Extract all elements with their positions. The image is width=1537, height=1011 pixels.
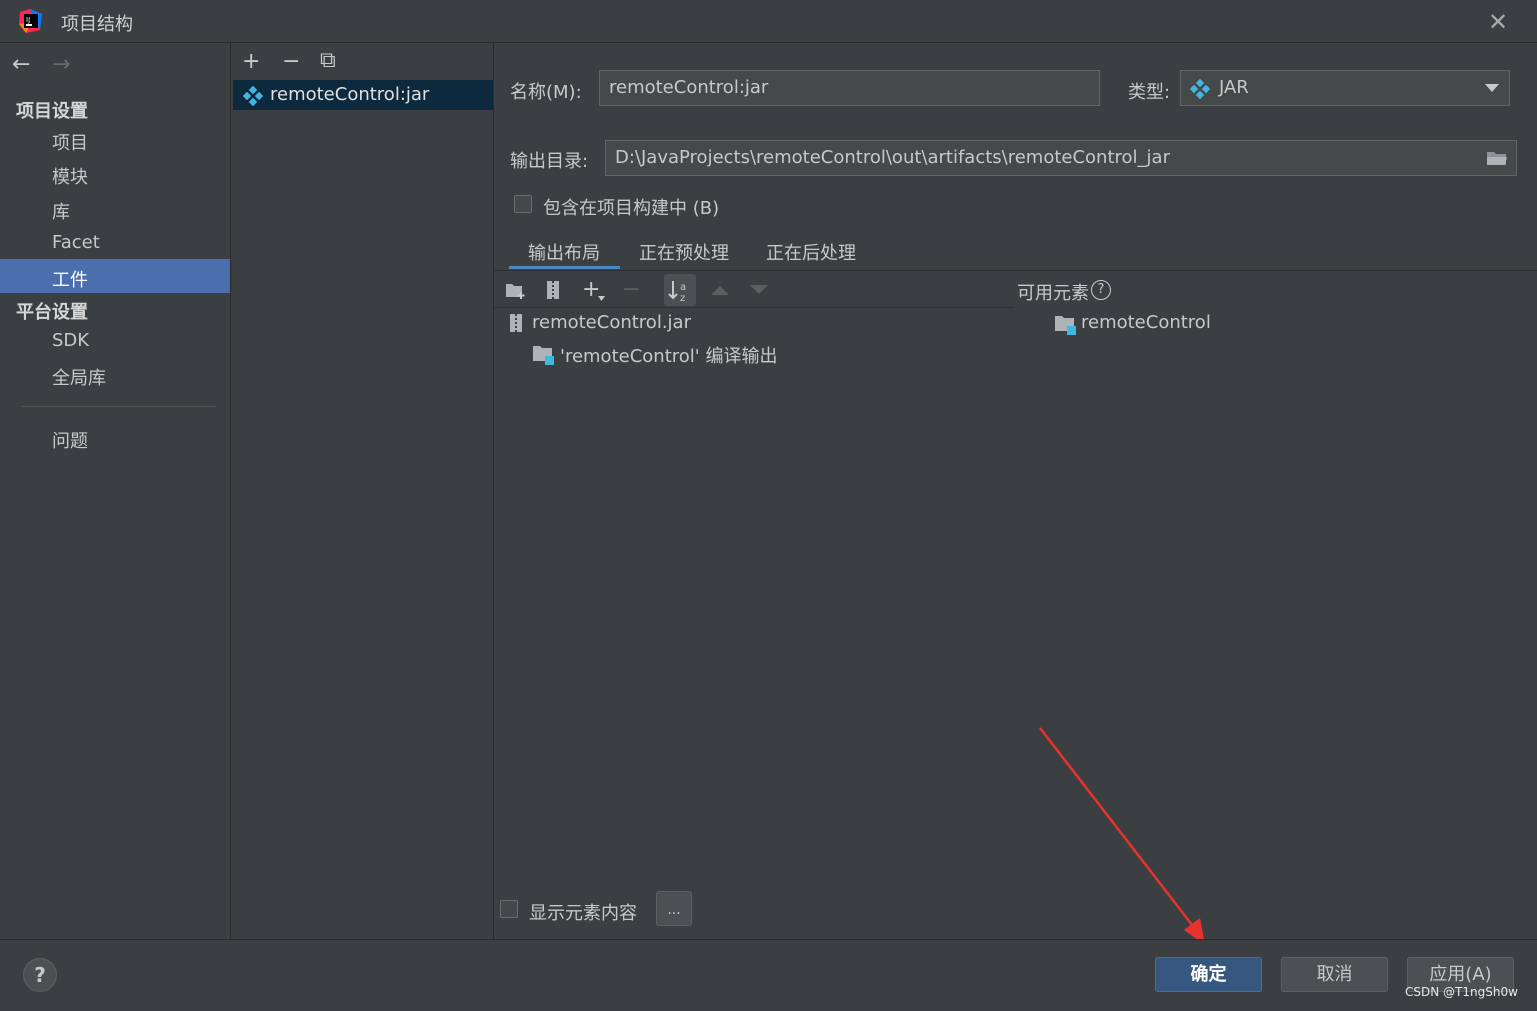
remove-icon[interactable]: − xyxy=(282,49,300,74)
artifact-diamond-icon xyxy=(243,86,263,106)
question-circle-icon[interactable]: ? xyxy=(1091,280,1111,300)
section-project-settings: 项目设置 xyxy=(16,101,88,122)
intellij-logo-icon: IJ xyxy=(19,9,42,33)
sidebar-item-artifacts[interactable]: 工件 xyxy=(52,266,88,292)
available-item[interactable]: remoteControl xyxy=(1081,312,1211,333)
forward-arrow-icon[interactable]: → xyxy=(52,52,70,77)
move-up-icon[interactable] xyxy=(711,285,729,295)
svg-text:IJ: IJ xyxy=(26,16,30,24)
svg-text:z: z xyxy=(680,293,685,304)
add-dropdown-chevron-icon xyxy=(598,296,605,301)
show-content-label: 显示元素内容 xyxy=(529,903,637,924)
sort-button[interactable]: a z xyxy=(664,274,696,306)
jar-file-icon xyxy=(510,314,522,332)
tab-postprocessing[interactable]: 正在后处理 xyxy=(766,239,856,265)
active-tab-indicator xyxy=(509,266,620,269)
jar-diamond-icon xyxy=(1190,79,1210,99)
sidebar-item-libraries[interactable]: 库 xyxy=(52,198,70,224)
artifacts-list-panel xyxy=(231,43,494,939)
sidebar-item-sdk[interactable]: SDK xyxy=(52,330,89,351)
sidebar-item-modules[interactable]: 模块 xyxy=(52,163,88,189)
sidebar-selection xyxy=(0,259,230,293)
layout-tree-root[interactable]: remoteControl.jar xyxy=(532,312,691,333)
section-platform-settings: 平台设置 xyxy=(16,302,88,323)
module-output-folder-icon xyxy=(533,346,554,365)
window-title: 项目结构 xyxy=(61,14,133,35)
module-folder-icon xyxy=(1055,316,1076,335)
available-elements-header: 可用元素 xyxy=(1017,283,1089,304)
type-label: 类型: xyxy=(1128,82,1171,103)
ok-button[interactable]: 确定 xyxy=(1155,957,1262,992)
sidebar-item-problems[interactable]: 问题 xyxy=(52,427,88,453)
watermark: CSDN @T1ngSh0w xyxy=(1405,985,1518,999)
type-select-value: JAR xyxy=(1219,77,1249,98)
back-arrow-icon[interactable]: ← xyxy=(12,52,30,77)
move-down-icon[interactable] xyxy=(750,285,768,295)
layout-tree-child[interactable]: 'remoteControl' 编译输出 xyxy=(560,342,777,368)
sidebar-divider xyxy=(22,406,216,407)
artifact-list-item[interactable]: remoteControl:jar xyxy=(270,84,429,105)
svg-text:a: a xyxy=(680,282,686,293)
close-icon[interactable]: ✕ xyxy=(1488,8,1508,36)
cancel-button[interactable]: 取消 xyxy=(1281,957,1388,992)
sidebar-item-global-libraries[interactable]: 全局库 xyxy=(52,364,106,390)
sidebar-item-facet[interactable]: Facet xyxy=(52,232,100,253)
layout-toolbar-separator xyxy=(494,307,1014,308)
folder-browse-icon[interactable] xyxy=(1486,150,1508,167)
help-button[interactable]: ? xyxy=(23,958,57,992)
tab-output-layout[interactable]: 输出布局 xyxy=(528,239,600,265)
annotation-arrow xyxy=(1039,727,1205,945)
include-in-build-label: 包含在项目构建中 (B) xyxy=(543,198,720,219)
output-dir-input[interactable]: D:\JavaProjects\remoteControl\out\artifa… xyxy=(605,140,1517,176)
chevron-down-icon[interactable] xyxy=(1485,84,1499,93)
sort-alpha-icon: a z xyxy=(668,281,686,304)
type-select[interactable]: JAR xyxy=(1180,70,1510,106)
tab-preprocessing[interactable]: 正在预处理 xyxy=(639,239,729,265)
copy-icon[interactable]: ⧉ xyxy=(320,48,336,73)
output-dir-label: 输出目录: xyxy=(510,151,589,172)
title-bar: IJ 项目结构 ✕ xyxy=(0,0,1537,43)
new-directory-icon[interactable] xyxy=(505,282,527,300)
sidebar-item-project[interactable]: 项目 xyxy=(52,129,88,155)
remove-element-icon[interactable]: − xyxy=(622,277,640,302)
add-icon[interactable]: + xyxy=(242,49,260,74)
name-input[interactable]: remoteControl:jar xyxy=(599,70,1100,106)
ellipsis-button[interactable]: ... xyxy=(656,891,692,926)
show-content-checkbox[interactable] xyxy=(500,900,518,918)
tab-separator xyxy=(494,270,1537,271)
sidebar xyxy=(0,43,231,939)
create-archive-icon[interactable] xyxy=(545,280,561,300)
name-label: 名称(M): xyxy=(510,82,582,103)
include-in-build-checkbox[interactable] xyxy=(514,195,532,213)
